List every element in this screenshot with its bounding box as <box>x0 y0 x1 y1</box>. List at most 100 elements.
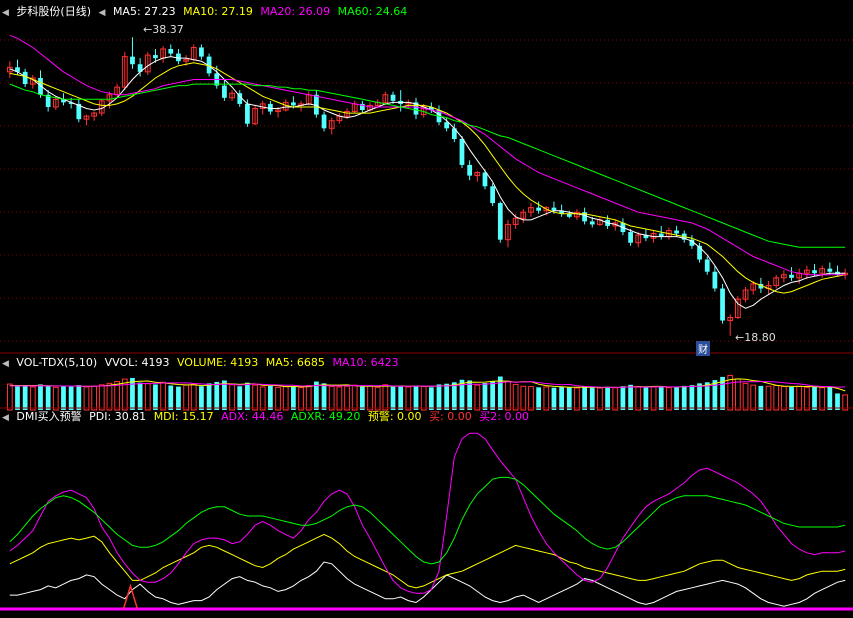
candle-body-down <box>712 271 718 289</box>
low-price-value: 18.80 <box>744 331 776 344</box>
volume-bar-down <box>589 387 595 410</box>
volume-bar-down <box>137 382 143 410</box>
volume-bar-down <box>237 386 243 410</box>
volume-bar-down <box>390 386 396 410</box>
volume-bar-down <box>436 384 442 410</box>
volume-bar-up <box>512 383 519 411</box>
volume-bar-down <box>359 386 365 410</box>
volume-bar-down <box>199 386 204 410</box>
volume-bar-up <box>229 384 235 411</box>
dmi-line-mdi <box>9 533 846 589</box>
candle-body-down <box>628 232 633 243</box>
volume-bar-up <box>543 386 550 411</box>
volume-bar-up <box>6 383 13 411</box>
buy2-label: 买2: 0.00 <box>479 410 529 423</box>
ma10-label: MA10: 27.19 <box>183 5 253 18</box>
vol-toggle-icon[interactable]: ◀ <box>2 359 9 369</box>
stock-chart[interactable] <box>0 0 853 618</box>
volume-bar-up <box>98 384 105 411</box>
volume-bar-down <box>566 387 572 410</box>
volume-bar-up <box>336 386 343 411</box>
volume-bar-down <box>643 387 649 410</box>
volume-bar-up <box>742 382 749 411</box>
volume-bar-up <box>574 387 580 411</box>
vvol-label: VVOL: 4193 <box>104 356 170 369</box>
volume-bar-down <box>681 385 687 410</box>
vol-title: VOL-TDX(5,10) <box>16 356 98 369</box>
financial-report-badge[interactable]: 财 <box>696 341 710 356</box>
candle-body-down <box>321 114 327 129</box>
volume-bar-up <box>520 385 527 411</box>
volume-bar-down <box>789 386 794 410</box>
volume-bar-up <box>765 385 772 411</box>
dmi-toggle-icon[interactable]: ◀ <box>2 413 9 423</box>
candle-body-down <box>22 71 28 85</box>
volume-bar-up <box>474 384 481 411</box>
volume-bar-up <box>52 386 59 411</box>
volume-bar-up <box>367 385 373 411</box>
candle-body-down <box>704 259 710 272</box>
candle-body-down <box>199 47 204 57</box>
volume-bar-down <box>413 385 419 410</box>
dmi-line-adxr <box>9 476 846 565</box>
volume-bar-down <box>38 384 43 410</box>
volume-bar-up <box>144 383 151 411</box>
volume-bar-up <box>420 386 427 411</box>
volume-bar-up <box>405 386 412 411</box>
candle-body-down <box>459 138 465 165</box>
ma-toggle-icon[interactable]: ◀ <box>99 8 106 18</box>
volume-bar-down <box>76 385 82 410</box>
volume-bars <box>6 374 849 411</box>
volume-bar-down <box>605 386 610 410</box>
dmi-line-adx <box>9 432 846 594</box>
dmi-lines <box>0 432 853 611</box>
volume-bar-down <box>321 383 327 410</box>
ma20-label: MA20: 26.09 <box>260 5 331 18</box>
main-panel-header: ◀ 步科股份(日线) ◀ MA5: 27.23 MA10: 27.19 MA20… <box>2 5 411 19</box>
candle-body-down <box>589 221 595 225</box>
volume-bar-down <box>22 385 28 410</box>
mdi-label: MDI: 15.17 <box>153 410 214 423</box>
high-price-value: 38.37 <box>152 23 184 36</box>
volume-bar-up <box>727 374 734 411</box>
volume-bar-up <box>282 386 289 411</box>
volume-bar-up <box>505 380 511 411</box>
ma-line-ma10 <box>9 62 846 294</box>
volume-bar-down <box>428 387 434 410</box>
ma-line-ma20 <box>9 34 846 276</box>
dmi-panel-header: ◀ DMI买入预警 PDI: 30.81 MDI: 15.17 ADX: 44.… <box>2 410 533 424</box>
candle-body-down <box>467 164 473 176</box>
volume-bar-up <box>735 378 741 411</box>
dmi-title: DMI买入预警 <box>16 410 82 423</box>
volume-label: VOLUME: 4193 <box>176 356 259 369</box>
volume-bar-up <box>650 386 657 411</box>
vol-ma10-label: MA10: 6423 <box>332 356 399 369</box>
volume-bar-up <box>666 387 672 411</box>
volume-bar-down <box>551 387 557 410</box>
volume-bar-down <box>559 386 564 410</box>
candle-body-down <box>390 94 396 101</box>
volume-bar-down <box>490 381 496 410</box>
volume-bar-down <box>45 385 51 410</box>
candle-body-down <box>674 230 679 234</box>
volume-bar-up <box>305 385 312 411</box>
candle-body-down <box>566 213 572 217</box>
volume-bar-down <box>689 385 695 410</box>
volume-bar-up <box>259 386 266 411</box>
high-price-annotation: ←38.37 <box>143 23 184 36</box>
candle-body-down <box>536 207 541 211</box>
volume-bar-down <box>758 385 764 410</box>
candle-body-down <box>720 288 725 321</box>
volume-bar-up <box>612 387 619 411</box>
volume-bar-up <box>796 385 803 411</box>
volume-bar-up <box>83 386 90 411</box>
volume-bar-down <box>291 386 296 410</box>
volume-bar-down <box>168 385 174 410</box>
volume-bar-up <box>252 384 258 411</box>
candle-body-down <box>444 122 450 129</box>
volume-bar-up <box>328 386 335 411</box>
volume-bar-down <box>61 385 66 410</box>
candle-body-down <box>490 186 496 204</box>
pdi-label: PDI: 30.81 <box>89 410 147 423</box>
collapse-icon[interactable]: ◀ <box>2 8 9 18</box>
